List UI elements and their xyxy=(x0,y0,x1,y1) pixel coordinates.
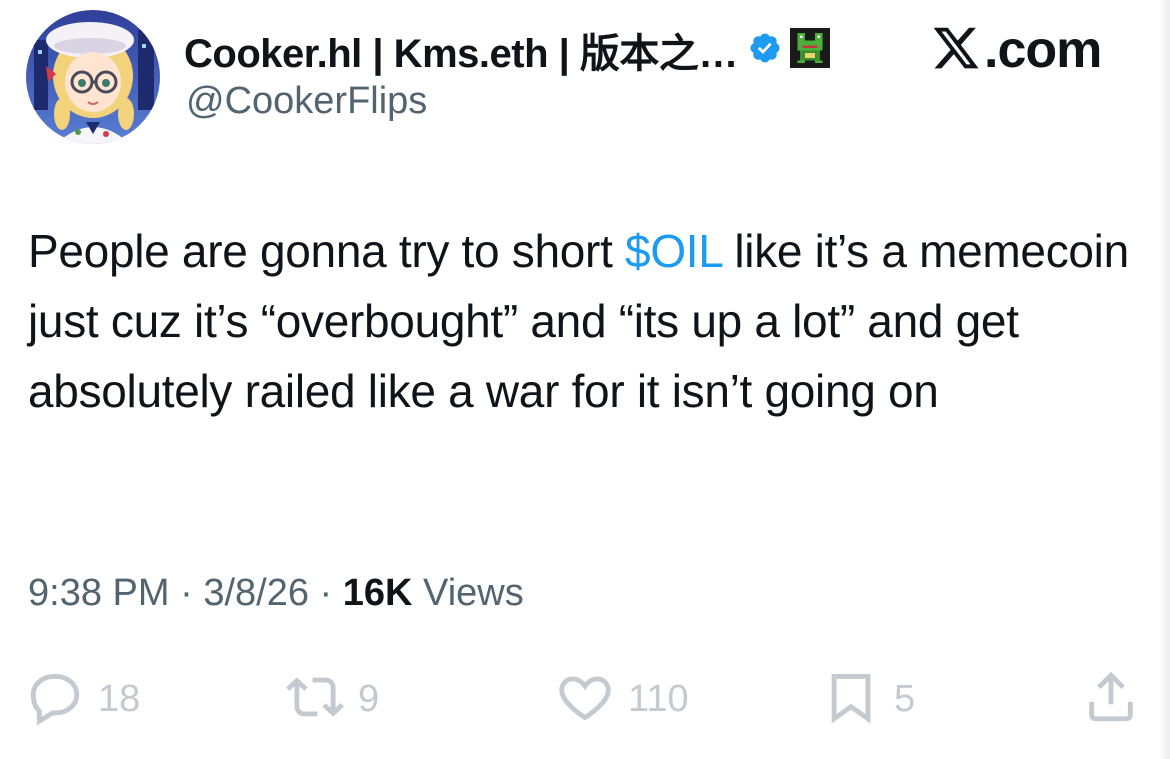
tweet-meta: 9:38 PM · 3/8/26 · 16K Views xyxy=(28,572,524,615)
reply-button[interactable]: 18 xyxy=(26,666,140,732)
views-count: 16K xyxy=(342,572,413,614)
like-count: 110 xyxy=(628,677,689,720)
x-logo-icon xyxy=(930,23,982,78)
avatar-image xyxy=(26,10,160,144)
repost-count: 9 xyxy=(358,677,380,720)
meta-separator: · xyxy=(319,572,333,614)
repost-icon xyxy=(286,668,344,731)
site-domain: .com xyxy=(984,21,1102,79)
bookmark-count: 5 xyxy=(894,677,916,720)
display-name-row: Cooker.hl | Kms.eth | 版本之… xyxy=(184,22,830,78)
reply-icon xyxy=(26,668,84,731)
repost-button[interactable]: 9 xyxy=(286,666,379,732)
share-button[interactable] xyxy=(1082,666,1140,732)
avatar[interactable] xyxy=(26,10,160,144)
tweet-card: Cooker.hl | Kms.eth | 版本之… @CookerFlips … xyxy=(0,0,1170,759)
meta-separator: · xyxy=(180,572,193,614)
views-label: Views xyxy=(423,572,524,614)
bookmark-icon xyxy=(822,668,880,731)
reply-count: 18 xyxy=(98,677,141,720)
heart-icon xyxy=(556,668,614,731)
user-handle[interactable]: @CookerFlips xyxy=(186,80,427,123)
tweet-text-before: People are gonna try to short xyxy=(28,225,626,277)
verified-badge-icon xyxy=(738,31,782,70)
tweet-text: People are gonna try to short $OIL like … xyxy=(28,216,1138,426)
site-logo: .com xyxy=(930,20,1102,80)
display-name[interactable]: Cooker.hl | Kms.eth | 版本之… xyxy=(184,21,738,79)
scroll-edge xyxy=(1160,0,1170,759)
tweet-date[interactable]: 3/8/26 xyxy=(203,572,309,614)
tweet-time[interactable]: 9:38 PM xyxy=(28,572,170,614)
action-bar: 18 9 110 5 xyxy=(0,666,1170,736)
bookmark-button[interactable]: 5 xyxy=(822,666,915,732)
cashtag-link[interactable]: $OIL xyxy=(625,225,722,277)
share-icon xyxy=(1082,668,1140,731)
frog-pixel-icon xyxy=(782,27,830,73)
like-button[interactable]: 110 xyxy=(556,666,689,732)
